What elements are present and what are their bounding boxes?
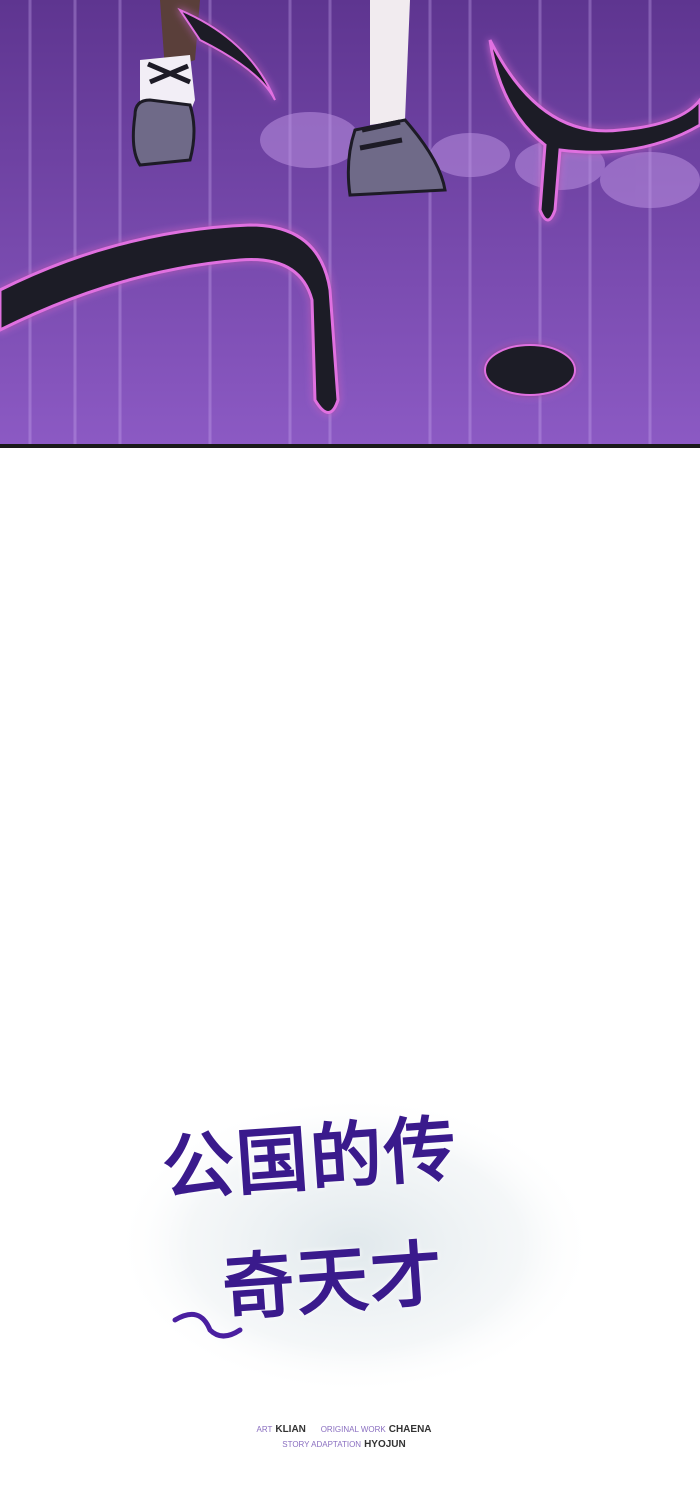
series-title-line-2: 奇天才 xyxy=(219,1231,447,1331)
story-adaptation-value: HYOJUN xyxy=(364,1439,406,1450)
credits-row-2: STORY ADAPTATION HYOJUN xyxy=(0,1439,700,1450)
art-value: KLIAN xyxy=(275,1424,306,1435)
original-work-value: CHAENA xyxy=(388,1424,432,1435)
story-adaptation-label: STORY ADAPTATION xyxy=(282,1440,362,1449)
series-logo: 公国的传 奇天才 xyxy=(110,1080,600,1410)
art-label: ART xyxy=(256,1425,273,1434)
series-title-line-1: 公国的传 xyxy=(159,1106,461,1211)
original-work-label: ORIGINAL WORK xyxy=(320,1425,386,1434)
credits-row-1: ART KLIAN ORIGINAL WORK CHAENA xyxy=(0,1424,700,1435)
comic-panel xyxy=(0,0,700,448)
panel-illustration xyxy=(0,0,700,448)
